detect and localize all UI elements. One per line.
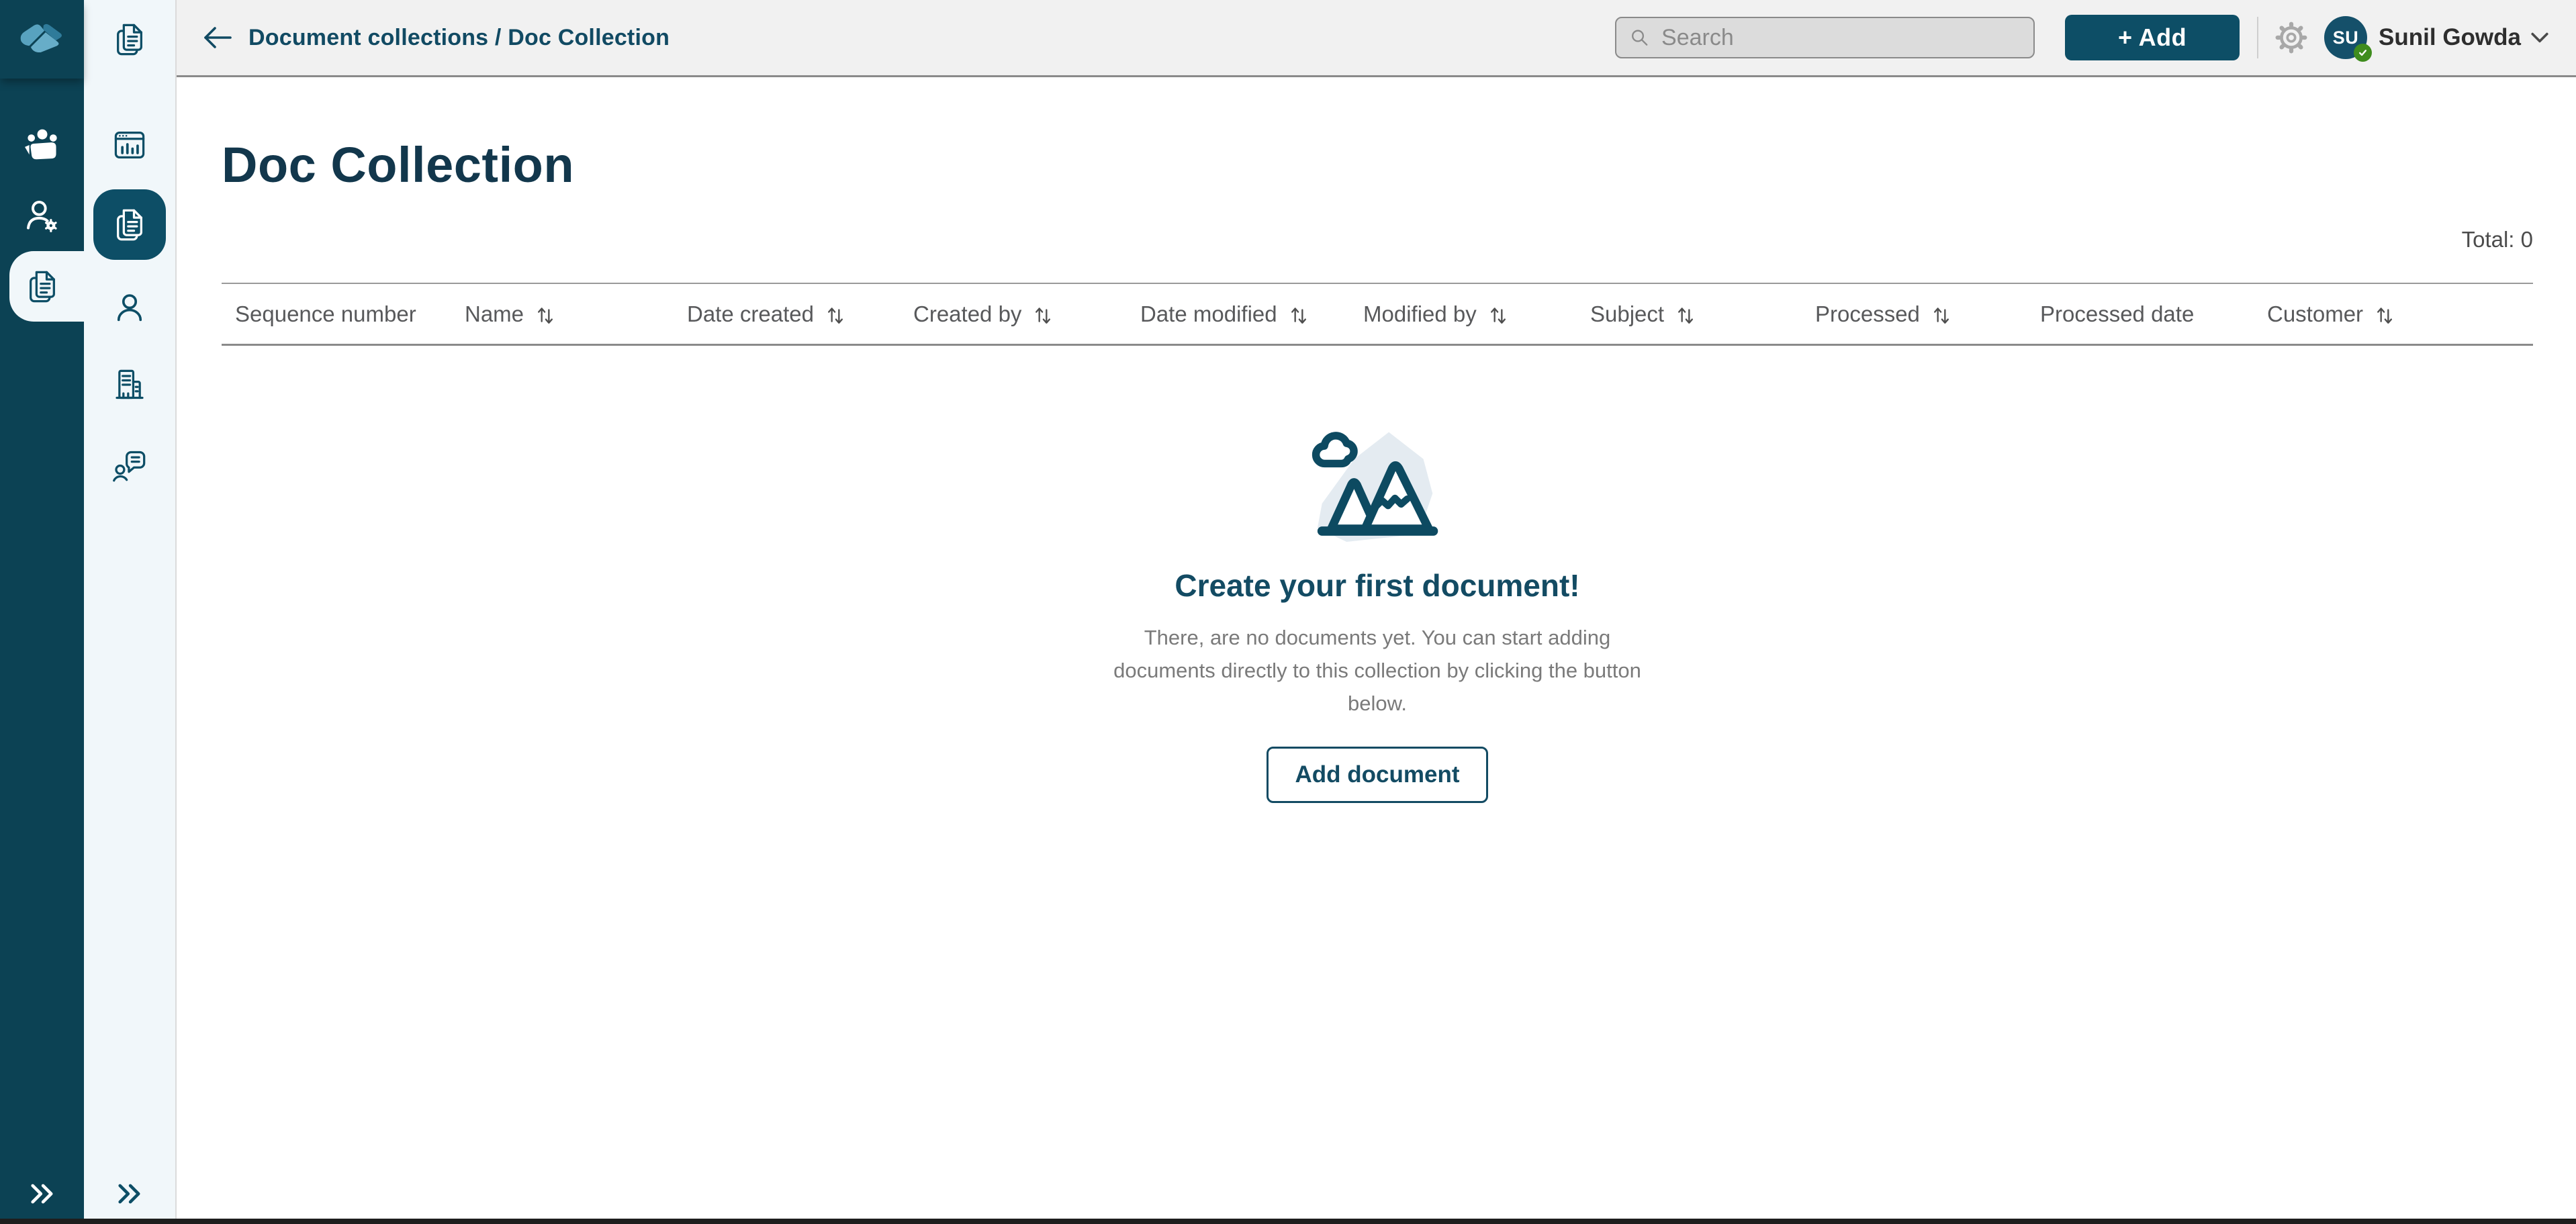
person-chat-icon xyxy=(113,451,146,481)
subnav-item-organizations[interactable] xyxy=(93,349,166,420)
user-settings-icon xyxy=(26,200,57,232)
check-icon xyxy=(2359,50,2367,56)
user-avatar[interactable]: SU xyxy=(2324,16,2373,62)
sidebar-item-user-settings[interactable] xyxy=(0,181,84,251)
person-icon xyxy=(117,293,142,321)
subnav-module-documents[interactable] xyxy=(112,0,147,79)
sidebar-item-team[interactable] xyxy=(0,110,84,181)
column-header-name[interactable]: Name xyxy=(451,301,674,327)
add-document-button[interactable]: Add document xyxy=(1266,747,1489,803)
column-header-created-by[interactable]: Created by xyxy=(900,301,1127,327)
sort-icon xyxy=(1678,307,1694,324)
mountain-illustration xyxy=(1312,432,1438,542)
settings-button[interactable] xyxy=(2274,21,2308,54)
subnav-item-users[interactable] xyxy=(93,273,166,343)
empty-state: Create your first document! There, are n… xyxy=(222,413,2533,803)
status-badge xyxy=(2354,44,2373,62)
topbar-divider xyxy=(2257,17,2259,58)
sort-icon xyxy=(2377,307,2393,324)
column-header-customer[interactable]: Customer xyxy=(2254,301,2533,327)
empty-state-description: There, are no documents yet. You can sta… xyxy=(1113,621,1641,720)
sort-icon xyxy=(1291,307,1306,324)
total-count: Total: 0 xyxy=(2461,227,2533,252)
user-menu-button[interactable] xyxy=(2530,31,2549,44)
column-header-date-modified[interactable]: Date modified xyxy=(1127,301,1350,327)
search-input[interactable] xyxy=(1661,24,2022,51)
documents-icon xyxy=(117,209,142,240)
documents-icon xyxy=(117,23,142,55)
column-header-modified-by[interactable]: Modified by xyxy=(1350,301,1577,327)
column-header-processed[interactable]: Processed xyxy=(1802,301,2027,327)
primary-nav xyxy=(0,110,84,322)
topbar: Document collections / Doc Collection + … xyxy=(177,0,2576,77)
sort-icon xyxy=(1933,307,1949,324)
search-icon xyxy=(1632,30,1648,46)
app-logo[interactable] xyxy=(0,0,84,79)
logo-icon xyxy=(20,23,62,53)
empty-state-line: below. xyxy=(1348,692,1407,715)
column-header-subject[interactable]: Subject xyxy=(1577,301,1802,327)
column-header-date-created[interactable]: Date created xyxy=(674,301,900,327)
sidebar-item-documents[interactable] xyxy=(0,251,84,322)
gear-icon xyxy=(2275,21,2307,54)
subnav-item-contacts[interactable] xyxy=(93,430,166,500)
column-header-processed-date: Processed date xyxy=(2040,301,2195,326)
user-name: Sunil Gowda xyxy=(2379,24,2521,50)
primary-sidebar-expand-button[interactable] xyxy=(0,1164,84,1224)
sort-icon xyxy=(827,307,843,324)
double-chevron-right-icon xyxy=(118,1184,140,1204)
sort-icon xyxy=(1036,307,1051,324)
building-icon xyxy=(116,369,144,399)
secondary-sidebar xyxy=(84,0,177,1224)
content: Doc Collection Total: 0 Sequence number … xyxy=(177,77,2576,1224)
empty-state-line: documents directly to this collection by… xyxy=(1113,659,1641,682)
empty-state-line: There, are no documents yet. You can sta… xyxy=(1144,626,1611,649)
documents-icon xyxy=(29,271,55,302)
window-bottom-edge xyxy=(0,1219,2576,1224)
double-chevron-right-icon xyxy=(30,1184,53,1204)
primary-sidebar-spacer xyxy=(0,322,84,1164)
empty-state-heading: Create your first document! xyxy=(1175,568,1580,603)
breadcrumb: Document collections / Doc Collection xyxy=(248,24,670,50)
chevron-down-icon xyxy=(2531,32,2548,43)
page-title: Doc Collection xyxy=(222,137,575,193)
column-header-sequence-number: Sequence number xyxy=(235,301,416,326)
sort-icon xyxy=(538,307,553,324)
subnav-item-dashboard[interactable] xyxy=(93,109,166,180)
back-button[interactable] xyxy=(201,24,234,51)
add-button[interactable]: + Add xyxy=(2065,15,2240,60)
team-icon xyxy=(24,129,57,159)
app-window: Document collections / Doc Collection + … xyxy=(0,0,2576,1224)
secondary-sidebar-expand-button[interactable] xyxy=(115,1164,144,1224)
dashboard-icon xyxy=(114,131,145,158)
main-area: Document collections / Doc Collection + … xyxy=(177,0,2576,1224)
sort-icon xyxy=(1490,307,1506,324)
search-box xyxy=(1615,17,2035,58)
arrow-left-icon xyxy=(204,27,232,48)
table-header-row: Sequence number Name Date created Create… xyxy=(222,283,2533,346)
subnav-item-document-collections[interactable] xyxy=(93,189,166,260)
primary-sidebar xyxy=(0,0,84,1224)
